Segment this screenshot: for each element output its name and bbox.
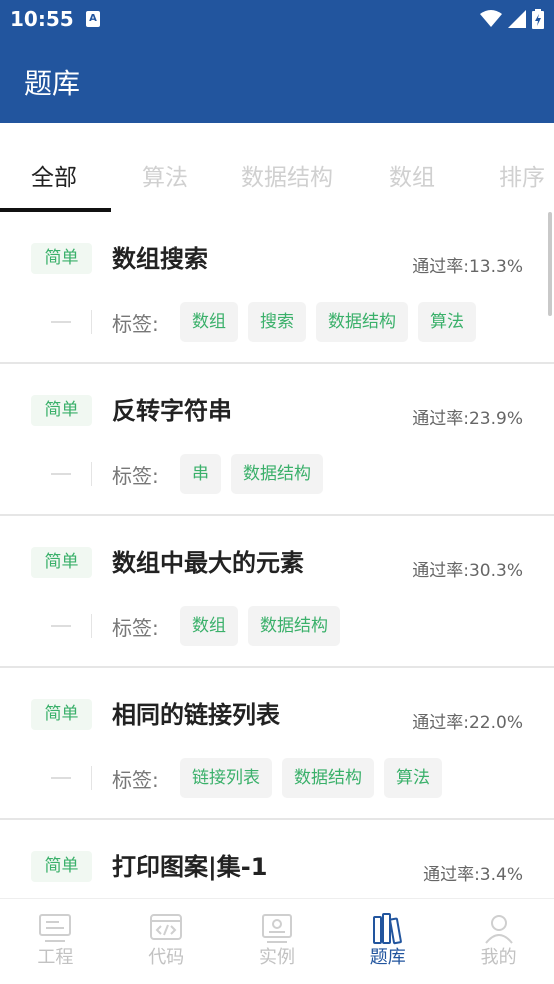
tag-list: 数组 数据结构 — [180, 606, 340, 646]
books-icon — [372, 913, 402, 945]
dash-separator — [51, 473, 71, 475]
tag-chip[interactable]: 数据结构 — [282, 758, 374, 798]
tag-chip[interactable]: 数据结构 — [248, 606, 340, 646]
tag-list: 串 数据结构 — [180, 454, 323, 494]
problem-title: 反转字符串 — [112, 397, 232, 425]
tag-chip[interactable]: 搜索 — [248, 302, 306, 342]
person-icon — [484, 915, 513, 944]
tag-list: 数组 搜索 数据结构 算法 — [180, 302, 476, 342]
vertical-divider — [91, 766, 92, 790]
tag-chip[interactable]: 串 — [180, 454, 221, 494]
tag-list: 链接列表 数据结构 算法 — [180, 758, 442, 798]
problem-card[interactable]: 简单 相同的链接列表 通过率:22.0% 标签: 链接列表 数据结构 算法 — [0, 668, 554, 820]
tags-label: 标签: — [112, 312, 159, 336]
status-icons — [480, 8, 544, 30]
vertical-divider — [91, 614, 92, 638]
gear-screen-icon — [261, 914, 292, 943]
app-bar: 题库 — [0, 38, 554, 123]
vertical-divider — [91, 462, 92, 486]
nav-item-question-bank[interactable]: 题库 — [332, 899, 443, 984]
tags-label: 标签: — [112, 464, 159, 488]
pass-rate: 通过率:3.4% — [423, 865, 523, 885]
code-icon — [150, 914, 183, 940]
nav-item-project[interactable]: 工程 — [0, 899, 111, 984]
pass-rate: 通过率:23.9% — [412, 409, 523, 429]
battery-icon — [532, 9, 544, 29]
status-time: 10:55 — [10, 7, 74, 31]
signal-icon — [508, 10, 526, 28]
tag-chip[interactable]: 数组 — [180, 302, 238, 342]
problem-title: 打印图案|集-1 — [112, 853, 268, 881]
tab-algorithm[interactable]: 算法 — [142, 158, 188, 192]
problem-title: 相同的链接列表 — [112, 701, 280, 729]
nav-label: 题库 — [369, 947, 406, 968]
nav-item-mine[interactable]: 我的 — [443, 899, 554, 984]
tags-label: 标签: — [112, 768, 159, 792]
problem-title: 数组搜索 — [112, 245, 208, 273]
problem-card[interactable]: 简单 打印图案|集-1 通过率:3.4% — [0, 820, 554, 898]
tags-label: 标签: — [112, 616, 159, 640]
nav-label: 实例 — [258, 947, 295, 968]
bottom-nav: 工程 代码 实例 题库 我的 — [0, 898, 554, 984]
pass-rate: 通过率:30.3% — [412, 561, 523, 581]
problem-card[interactable]: 简单 数组搜索 通过率:13.3% 标签: 数组 搜索 数据结构 算法 — [0, 212, 554, 364]
tag-chip[interactable]: 数据结构 — [316, 302, 408, 342]
tag-chip[interactable]: 数组 — [180, 606, 238, 646]
dash-separator — [51, 625, 71, 627]
category-tabs: 全部 算法 数据结构 数组 排序 — [0, 136, 554, 212]
difficulty-badge: 简单 — [31, 699, 92, 730]
difficulty-badge: 简单 — [31, 851, 92, 882]
difficulty-badge: 简单 — [31, 547, 92, 578]
tag-chip[interactable]: 链接列表 — [180, 758, 272, 798]
tag-chip[interactable]: 算法 — [384, 758, 442, 798]
nav-item-code[interactable]: 代码 — [111, 899, 222, 984]
problem-card[interactable]: 简单 反转字符串 通过率:23.9% 标签: 串 数据结构 — [0, 364, 554, 516]
wifi-icon — [480, 10, 502, 27]
problem-title: 数组中最大的元素 — [112, 549, 304, 577]
tag-chip[interactable]: 算法 — [418, 302, 476, 342]
difficulty-badge: 简单 — [31, 395, 92, 426]
nav-label: 代码 — [148, 947, 185, 968]
status-bar: 10:55 A — [0, 0, 554, 38]
tab-data-structure[interactable]: 数据结构 — [241, 158, 333, 192]
difficulty-badge: 简单 — [31, 243, 92, 274]
tab-sort[interactable]: 排序 — [499, 158, 545, 192]
dash-separator — [51, 777, 71, 779]
problem-card[interactable]: 简单 数组中最大的元素 通过率:30.3% 标签: 数组 数据结构 — [0, 516, 554, 668]
nav-label: 我的 — [480, 947, 517, 968]
vertical-divider — [91, 310, 92, 334]
tab-array[interactable]: 数组 — [389, 158, 435, 192]
nav-label: 工程 — [37, 947, 74, 968]
tag-chip[interactable]: 数据结构 — [231, 454, 323, 494]
nav-item-examples[interactable]: 实例 — [222, 899, 333, 984]
problem-list: 简单 数组搜索 通过率:13.3% 标签: 数组 搜索 数据结构 算法 简单 反… — [0, 212, 554, 898]
page-title: 题库 — [24, 67, 81, 100]
pass-rate: 通过率:22.0% — [412, 713, 523, 733]
notification-a-icon: A — [86, 11, 100, 27]
dash-separator — [51, 321, 71, 323]
scrollbar[interactable] — [548, 212, 552, 316]
tab-all[interactable]: 全部 — [31, 158, 77, 192]
pass-rate: 通过率:13.3% — [412, 257, 523, 277]
monitor-icon — [39, 914, 72, 942]
